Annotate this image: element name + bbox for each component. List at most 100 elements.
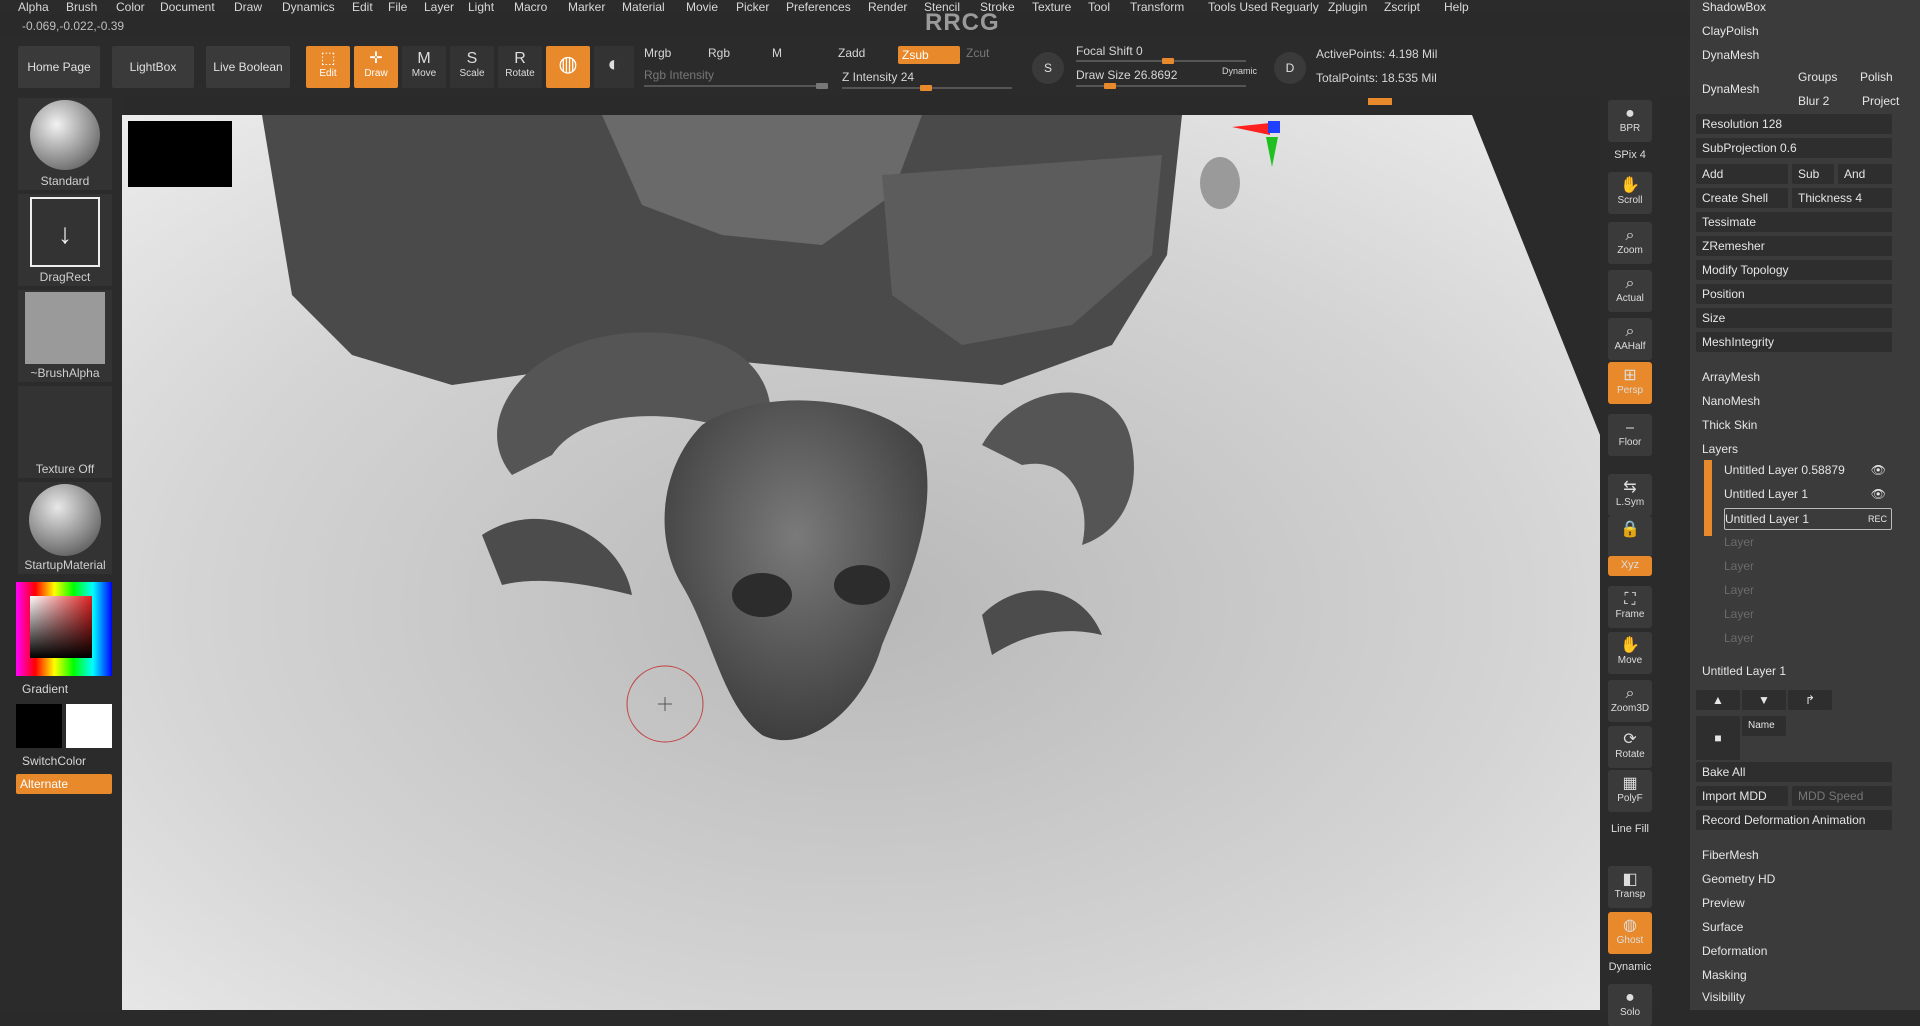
edit-button[interactable]: ⬚ Edit — [306, 46, 350, 88]
layer-item[interactable]: Layer — [1724, 628, 1890, 648]
create-shell-button[interactable]: Create Shell — [1696, 188, 1788, 208]
menu-edit[interactable]: Edit — [352, 0, 373, 14]
menu-transform[interactable]: Transform — [1130, 0, 1184, 14]
layer-item[interactable]: Untitled Layer 1 REC — [1724, 508, 1892, 530]
move-button[interactable]: M Move — [402, 46, 446, 88]
draw-size-track[interactable] — [1076, 83, 1246, 89]
mrgb-toggle[interactable]: Mrgb — [644, 46, 671, 60]
xyz-button[interactable]: ⟲Xyz — [1608, 556, 1652, 576]
eye-icon[interactable]: 👁 — [1871, 484, 1886, 504]
mdd-speed-slider[interactable]: MDD Speed — [1792, 786, 1892, 806]
zoom3d-button[interactable]: ⌕ Zoom3D — [1608, 680, 1652, 722]
layer-item[interactable]: Layer — [1724, 556, 1890, 576]
menu-layer[interactable]: Layer — [424, 0, 454, 14]
menu-help[interactable]: Help — [1444, 0, 1469, 14]
menu-marker[interactable]: Marker — [568, 0, 605, 14]
polyf-button[interactable]: ▦ PolyF — [1608, 770, 1652, 812]
zadd-toggle[interactable]: Zadd — [838, 46, 865, 60]
focal-shift-slider[interactable]: Focal Shift 0 — [1076, 44, 1143, 58]
menu-preferences[interactable]: Preferences — [786, 0, 851, 14]
layers-section[interactable]: Layers — [1702, 442, 1738, 456]
sub-button[interactable]: Sub — [1792, 164, 1834, 184]
subprojection-slider[interactable]: SubProjection 0.6 — [1696, 138, 1892, 158]
layer-item[interactable]: Layer — [1724, 604, 1890, 624]
menu-brush[interactable]: Brush — [66, 0, 97, 14]
arraymesh-section[interactable]: ArrayMesh — [1702, 370, 1760, 384]
position-button[interactable]: Position — [1696, 284, 1892, 304]
preview-section[interactable]: Preview — [1702, 896, 1745, 910]
layer-down-button[interactable]: ▼ — [1742, 690, 1786, 710]
alternate-button[interactable]: Alternate — [16, 774, 112, 794]
rgb-intensity-knob[interactable] — [816, 83, 828, 89]
shadowbox-button[interactable]: ShadowBox — [1702, 0, 1766, 14]
secondary-color-swatch[interactable] — [66, 704, 112, 748]
z-intensity-track[interactable] — [842, 85, 1012, 91]
tessimate-button[interactable]: Tessimate — [1696, 212, 1892, 232]
lock-button[interactable]: 🔒 — [1608, 516, 1652, 558]
z-intensity-slider[interactable]: Z Intensity 24 — [842, 70, 914, 84]
resolution-slider[interactable]: Resolution 128 — [1696, 114, 1892, 134]
masking-section[interactable]: Masking — [1702, 968, 1747, 982]
canvas-viewport[interactable] — [122, 115, 1600, 1010]
color-square[interactable] — [30, 596, 92, 658]
menu-document[interactable]: Document — [160, 0, 215, 14]
nanomesh-section[interactable]: NanoMesh — [1702, 394, 1760, 408]
menu-tool[interactable]: Tool — [1088, 0, 1110, 14]
material-slot[interactable]: StartupMaterial — [18, 482, 112, 574]
rgb-toggle[interactable]: Rgb — [708, 46, 730, 60]
menu-material[interactable]: Material — [622, 0, 665, 14]
dynamic-toggle[interactable]: Dynamic — [1222, 66, 1257, 76]
dynamesh-section[interactable]: DynaMesh — [1702, 48, 1759, 62]
primary-color-swatch[interactable] — [16, 704, 62, 748]
layer-item[interactable]: Layer — [1724, 532, 1890, 552]
menu-macro[interactable]: Macro — [514, 0, 547, 14]
rgb-intensity-track[interactable] — [644, 83, 828, 89]
fibermesh-section[interactable]: FiberMesh — [1702, 848, 1759, 862]
menu-picker[interactable]: Picker — [736, 0, 769, 14]
draw-size-knob[interactable] — [1104, 83, 1116, 89]
dynamic-button[interactable]: Dynamic — [1608, 958, 1652, 976]
menu-zplugin[interactable]: Zplugin — [1328, 0, 1367, 14]
dynamesh-button[interactable]: DynaMesh — [1702, 82, 1759, 96]
home-page-button[interactable]: Home Page — [18, 46, 100, 88]
linefill-button[interactable]: Line Fill — [1608, 820, 1652, 838]
menu-light[interactable]: Light — [468, 0, 494, 14]
solo-button[interactable]: ● Solo — [1608, 984, 1652, 1026]
menu-draw[interactable]: Draw — [234, 0, 262, 14]
project-toggle[interactable]: Project — [1862, 94, 1899, 108]
menu-tools-used-reguarly[interactable]: Tools Used Reguarly — [1208, 0, 1319, 14]
polish-toggle[interactable]: Polish — [1860, 70, 1893, 84]
live-boolean-button[interactable]: Live Boolean — [206, 46, 290, 88]
and-button[interactable]: And — [1838, 164, 1892, 184]
bpr-button[interactable]: ● BPR — [1608, 100, 1652, 142]
menu-dynamics[interactable]: Dynamics — [282, 0, 335, 14]
menu-stencil[interactable]: Stencil — [924, 0, 960, 14]
menu-zscript[interactable]: Zscript — [1384, 0, 1420, 14]
layer-item[interactable]: Untitled Layer 0.58879 👁 — [1724, 460, 1890, 480]
layer-redo-button[interactable]: ↱ — [1788, 690, 1832, 710]
alpha-slot[interactable]: ~BrushAlpha — [18, 290, 112, 382]
groups-toggle[interactable]: Groups — [1798, 70, 1837, 84]
brush-slot[interactable]: Standard — [18, 98, 112, 190]
layer-up-button[interactable]: ▲ — [1696, 690, 1740, 710]
blur-slider[interactable]: Blur 2 — [1798, 94, 1829, 108]
zcut-toggle[interactable]: Zcut — [966, 46, 989, 60]
persp-button[interactable]: ⊞ Persp — [1608, 362, 1652, 404]
menu-movie[interactable]: Movie — [686, 0, 718, 14]
layer-item[interactable]: Untitled Layer 1 👁 — [1724, 484, 1890, 504]
switchcolor-button[interactable]: SwitchColor — [22, 754, 86, 768]
thickness-slider[interactable]: Thickness 4 — [1792, 188, 1892, 208]
rotate-button[interactable]: ⟳ Rotate — [1608, 726, 1652, 768]
z-intensity-knob[interactable] — [920, 85, 932, 91]
visibility-section[interactable]: Visibility — [1702, 990, 1745, 1004]
layers-scrollbar[interactable] — [1704, 460, 1712, 536]
geometry-hd-section[interactable]: Geometry HD — [1702, 872, 1775, 886]
claypolish-button[interactable]: ClayPolish — [1702, 24, 1759, 38]
record-deformation-button[interactable]: Record Deformation Animation — [1696, 810, 1892, 830]
layer-item[interactable]: Layer — [1724, 580, 1890, 600]
lsym-button[interactable]: ⇆ L.Sym — [1608, 474, 1652, 516]
menu-color[interactable]: Color — [116, 0, 145, 14]
texture-slot[interactable]: Texture Off — [18, 386, 112, 478]
s-toggle[interactable]: S — [1032, 52, 1064, 84]
rotate-button[interactable]: R Rotate — [498, 46, 542, 88]
